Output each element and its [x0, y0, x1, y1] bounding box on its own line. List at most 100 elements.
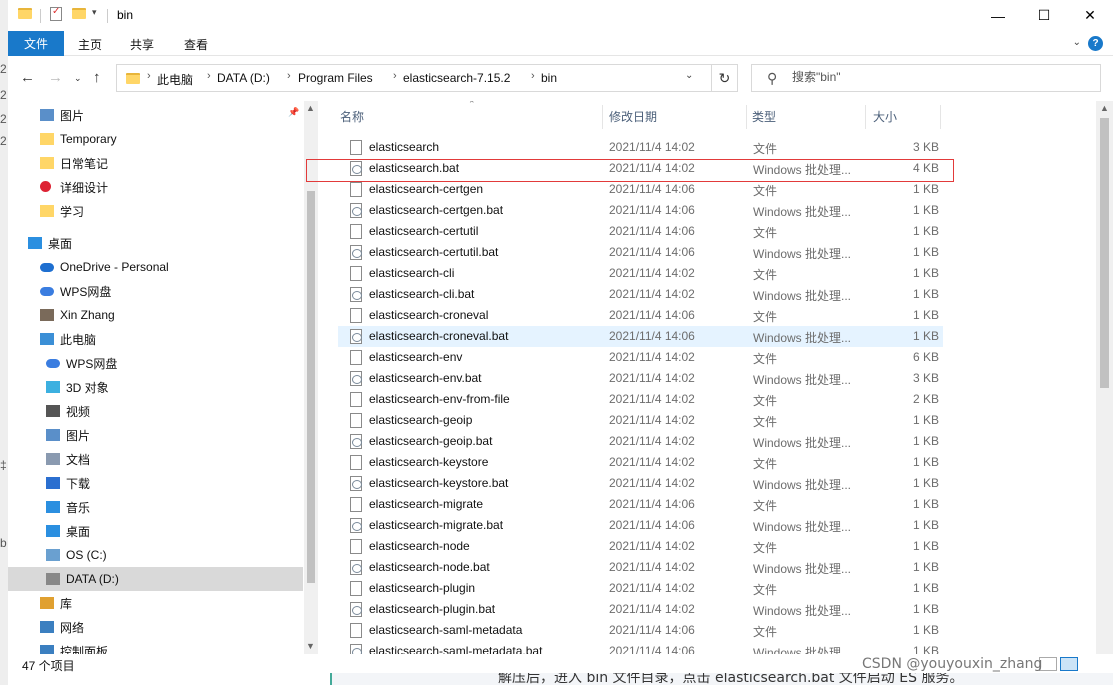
nav-item-11[interactable]: 3D 对象 [8, 375, 303, 399]
nav-item-21[interactable]: 网络 [8, 615, 303, 639]
help-icon[interactable]: ? [1088, 36, 1103, 51]
nav-item-3[interactable]: 详细设计 [8, 175, 303, 199]
address-bar[interactable]: › 此电脑 › DATA (D:) › Program Files › elas… [116, 64, 738, 92]
nav-item-22[interactable]: 控制面板 [8, 639, 303, 654]
nav-item-16[interactable]: 音乐 [8, 495, 303, 519]
breadcrumb-elasticsearch[interactable]: elasticsearch-7.15.2 [403, 71, 510, 85]
file-row[interactable]: elasticsearch-node 2021/11/4 14:02 文件 1 KB [338, 536, 943, 557]
background-text: 2 [0, 134, 7, 148]
file-date: 2021/11/4 14:02 [609, 476, 695, 490]
nav-item-18[interactable]: OS (C:) [8, 543, 303, 567]
file-row[interactable]: elasticsearch-certgen.bat 2021/11/4 14:06… [338, 200, 943, 221]
file-row[interactable]: elasticsearch-env 2021/11/4 14:02 文件 6 KB [338, 347, 943, 368]
column-separator[interactable] [940, 105, 941, 129]
nav-item-4[interactable]: 学习 [8, 199, 303, 223]
scroll-up-icon[interactable]: ▲ [1100, 103, 1109, 113]
expand-ribbon-chevron-icon[interactable]: ⌄ [1073, 37, 1081, 48]
nav-scrollbar-thumb[interactable] [307, 191, 315, 583]
file-size: 3 KB [912, 140, 939, 154]
breadcrumb-separator-icon[interactable]: › [207, 70, 211, 82]
breadcrumb-separator-icon[interactable]: › [287, 70, 291, 82]
search-input[interactable] [792, 70, 1092, 84]
file-row[interactable]: elasticsearch-croneval.bat 2021/11/4 14:0… [338, 326, 943, 347]
nav-item-1[interactable]: Temporary [8, 127, 303, 151]
scroll-up-icon[interactable]: ▲ [306, 103, 315, 113]
tab-share[interactable]: 共享 [130, 36, 154, 53]
nav-item-6[interactable]: OneDrive - Personal [8, 255, 303, 279]
breadcrumb-data-drive[interactable]: DATA (D:) [217, 71, 270, 85]
file-type: 文件 [753, 268, 778, 282]
file-size: 1 KB [912, 182, 939, 196]
nav-item-14[interactable]: 文档 [8, 447, 303, 471]
file-row[interactable]: elasticsearch-certutil.bat 2021/11/4 14:0… [338, 242, 943, 263]
nav-item-5[interactable]: 桌面 [8, 231, 303, 255]
file-row[interactable]: elasticsearch-plugin.bat 2021/11/4 14:02 W… [338, 599, 943, 620]
file-row[interactable]: elasticsearch-cli.bat 2021/11/4 14:02 Wind… [338, 284, 943, 305]
file-row[interactable]: elasticsearch-geoip.bat 2021/11/4 14:02 Wi… [338, 431, 943, 452]
maximize-button[interactable]: ☐ [1021, 0, 1067, 31]
file-row[interactable]: elasticsearch-geoip 2021/11/4 14:02 文件 1 KB [338, 410, 943, 431]
back-arrow-icon[interactable]: ← [20, 69, 35, 86]
nav-item-2[interactable]: 日常笔记 [8, 151, 303, 175]
breadcrumb-this-pc[interactable]: 此电脑 [157, 71, 193, 88]
tab-file[interactable]: 文件 [8, 31, 64, 56]
file-row[interactable]: elasticsearch-certutil 2021/11/4 14:06 文件 1… [338, 221, 943, 242]
tab-home[interactable]: 主页 [78, 36, 102, 53]
nav-item-label: 文档 [66, 452, 91, 467]
customize-toolbar-chevron-icon[interactable]: ▾ [92, 7, 97, 18]
file-row[interactable]: elasticsearch-migrate 2021/11/4 14:06 文件 1 … [338, 494, 943, 515]
nav-item-12[interactable]: 视频 [8, 399, 303, 423]
breadcrumb-bin[interactable]: bin [541, 71, 557, 85]
minimize-button[interactable]: — [975, 0, 1021, 31]
file-row[interactable]: elasticsearch-env-from-file 2021/11/4 14:… [338, 389, 943, 410]
nav-item-7[interactable]: WPS网盘 [8, 279, 303, 303]
nav-item-19[interactable]: DATA (D:) [8, 567, 303, 591]
nav-item-20[interactable]: 库 [8, 591, 303, 615]
recent-locations-chevron-icon[interactable]: ⌄ [74, 73, 82, 84]
file-row[interactable]: elasticsearch-croneval 2021/11/4 14:06 文件 1… [338, 305, 943, 326]
nav-item-13[interactable]: 图片 [8, 423, 303, 447]
file-list-scrollbar[interactable]: ▲ [1096, 101, 1113, 654]
file-date: 2021/11/4 14:02 [609, 392, 695, 406]
large-icons-view-icon[interactable] [1060, 657, 1078, 671]
nav-scrollbar[interactable]: ▲ ▼ [304, 101, 318, 654]
file-row[interactable]: elasticsearch-certgen 2021/11/4 14:06 文件 1 … [338, 179, 943, 200]
refresh-icon[interactable]: ↻ [711, 64, 737, 92]
breadcrumb-program-files[interactable]: Program Files [298, 71, 373, 85]
file-row[interactable]: elasticsearch-keystore 2021/11/4 14:02 文件 1… [338, 452, 943, 473]
address-history-chevron-icon[interactable]: ⌄ [685, 70, 693, 81]
nav-item-17[interactable]: 桌面 [8, 519, 303, 543]
file-row[interactable]: elasticsearch-env.bat 2021/11/4 14:02 Wind… [338, 368, 943, 389]
breadcrumb-separator-icon[interactable]: › [147, 70, 151, 82]
properties-icon[interactable]: ✓ [50, 6, 62, 21]
breadcrumb-separator-icon[interactable]: › [393, 70, 397, 82]
file-row[interactable]: elasticsearch-saml-metadata.bat 2021/11/4… [338, 641, 943, 654]
file-row[interactable]: elasticsearch-keystore.bat 2021/11/4 14:0… [338, 473, 943, 494]
background-text: 2 [0, 62, 7, 76]
file-row[interactable]: elasticsearch-cli 2021/11/4 14:02 文件 1 KB [338, 263, 943, 284]
file-row[interactable]: elasticsearch 2021/11/4 14:02 文件 3 KB [338, 137, 943, 158]
search-box[interactable]: ⚲ [751, 64, 1101, 92]
file-list-scrollbar-thumb[interactable] [1100, 118, 1109, 388]
column-header-size[interactable]: 大小 [861, 101, 897, 131]
column-header-name[interactable]: 名称 ⌃ [328, 101, 476, 131]
nav-item-15[interactable]: 下载 [8, 471, 303, 495]
forward-arrow-icon[interactable]: → [48, 69, 63, 86]
nav-item-8[interactable]: Xin Zhang [8, 303, 303, 327]
file-row[interactable]: elasticsearch-migrate.bat 2021/11/4 14:06… [338, 515, 943, 536]
file-row[interactable]: elasticsearch-saml-metadata 2021/11/4 14:… [338, 620, 943, 641]
column-header-date[interactable]: 修改日期 [597, 101, 657, 131]
nav-item-0[interactable]: 图片 📌 [8, 103, 303, 127]
new-folder-icon[interactable] [72, 8, 86, 19]
tab-view[interactable]: 查看 [184, 36, 208, 53]
nav-item-9[interactable]: 此电脑 [8, 327, 303, 351]
nav-item-10[interactable]: WPS网盘 [8, 351, 303, 375]
scroll-down-icon[interactable]: ▼ [306, 641, 315, 651]
file-row[interactable]: elasticsearch-plugin 2021/11/4 14:02 文件 1 K… [338, 578, 943, 599]
column-header-type[interactable]: 类型 [740, 101, 776, 131]
pin-icon[interactable]: 📌 [288, 107, 299, 118]
file-row[interactable]: elasticsearch-node.bat 2021/11/4 14:02 Win… [338, 557, 943, 578]
close-button[interactable]: ✕ [1067, 0, 1113, 31]
breadcrumb-separator-icon[interactable]: › [531, 70, 535, 82]
up-arrow-icon[interactable]: ↑ [93, 69, 101, 86]
